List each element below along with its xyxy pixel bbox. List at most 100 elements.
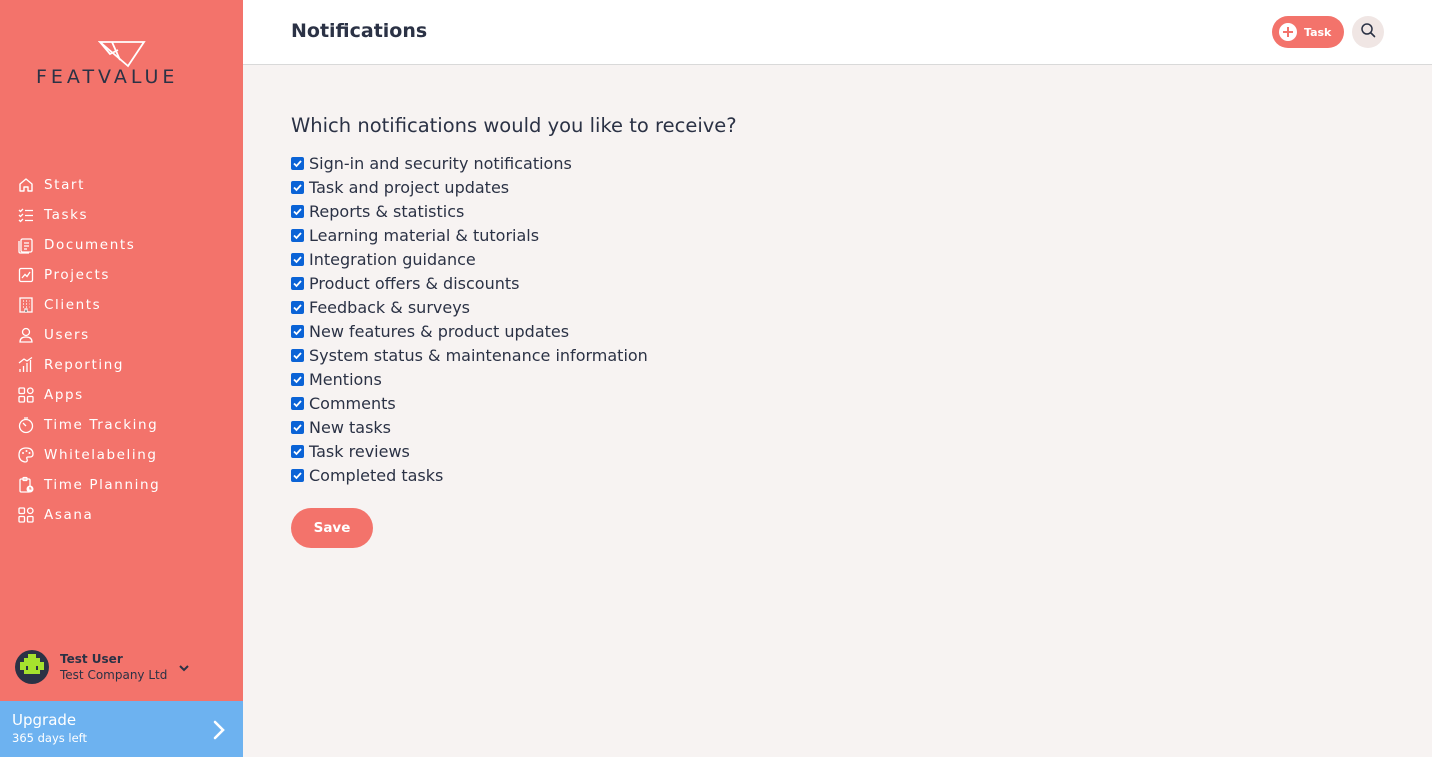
user-company: Test Company Ltd: [60, 668, 168, 682]
notification-option-label[interactable]: System status & maintenance information: [309, 346, 648, 365]
chevron-down-icon[interactable]: [177, 660, 191, 679]
sidebar-item-label: Whitelabeling: [44, 447, 158, 463]
notification-option[interactable]: Sign-in and security notifications: [291, 151, 1191, 175]
sidebar-item-apps[interactable]: Apps: [0, 380, 243, 410]
sidebar-item-start[interactable]: Start: [0, 170, 243, 200]
notification-option-label[interactable]: Reports & statistics: [309, 202, 464, 221]
checkbox[interactable]: [291, 228, 304, 242]
projects-chart-icon: [17, 266, 35, 284]
checkbox[interactable]: [291, 204, 304, 218]
checkbox[interactable]: [291, 252, 304, 266]
timer-icon: [17, 416, 35, 434]
notification-option-label[interactable]: Task reviews: [309, 442, 410, 461]
sidebar-item-whitelabeling[interactable]: Whitelabeling: [0, 440, 243, 470]
notification-option-label[interactable]: Learning material & tutorials: [309, 226, 539, 245]
sidebar-item-label: Apps: [44, 387, 84, 403]
checkbox[interactable]: [291, 180, 304, 194]
notification-options-list: Sign-in and security notifications Task a…: [291, 151, 1191, 487]
avatar: [15, 650, 49, 684]
notification-option[interactable]: Comments: [291, 391, 1191, 415]
apps-grid-icon: [17, 506, 35, 524]
home-icon: [17, 176, 35, 194]
notification-option[interactable]: Completed tasks: [291, 463, 1191, 487]
checkbox[interactable]: [291, 324, 304, 338]
sidebar-item-documents[interactable]: Documents: [0, 230, 243, 260]
sidebar-item-label: Clients: [44, 297, 102, 313]
checkbox[interactable]: [291, 444, 304, 458]
notification-option-label[interactable]: Feedback & surveys: [309, 298, 470, 317]
notification-option[interactable]: Reports & statistics: [291, 199, 1191, 223]
notification-option[interactable]: New tasks: [291, 415, 1191, 439]
notification-option-label[interactable]: Sign-in and security notifications: [309, 154, 572, 173]
notification-option-label[interactable]: Product offers & discounts: [309, 274, 519, 293]
plus-icon: [1279, 23, 1297, 41]
reporting-bars-icon: [17, 356, 35, 374]
upgrade-days-left: 365 days left: [12, 731, 88, 745]
sidebar-item-clients[interactable]: Clients: [0, 290, 243, 320]
notification-option[interactable]: Integration guidance: [291, 247, 1191, 271]
checkbox[interactable]: [291, 468, 304, 482]
search-icon: [1360, 22, 1376, 42]
checkbox[interactable]: [291, 396, 304, 410]
checkbox[interactable]: [291, 300, 304, 314]
search-button[interactable]: [1352, 16, 1384, 48]
sidebar-item-label: Projects: [44, 267, 111, 283]
sidebar-item-asana[interactable]: Asana: [0, 500, 243, 530]
notification-option-label[interactable]: Comments: [309, 394, 396, 413]
checkbox[interactable]: [291, 420, 304, 434]
add-task-button[interactable]: Task: [1272, 16, 1344, 48]
notification-option[interactable]: Learning material & tutorials: [291, 223, 1191, 247]
save-button[interactable]: Save: [291, 508, 373, 548]
upgrade-title: Upgrade: [12, 711, 77, 729]
sidebar-item-reporting[interactable]: Reporting: [0, 350, 243, 380]
sidebar-item-label: Documents: [44, 237, 136, 253]
sidebar-item-time-planning[interactable]: Time Planning: [0, 470, 243, 500]
notification-option[interactable]: Task and project updates: [291, 175, 1191, 199]
notification-option-label[interactable]: Completed tasks: [309, 466, 443, 485]
notification-option[interactable]: New features & product updates: [291, 319, 1191, 343]
chevron-right-icon: [211, 719, 227, 745]
notification-option-label[interactable]: Mentions: [309, 370, 382, 389]
user-icon: [17, 326, 35, 344]
notification-option[interactable]: Mentions: [291, 367, 1191, 391]
notifications-settings: Which notifications would you like to re…: [291, 114, 1191, 548]
checkbox[interactable]: [291, 348, 304, 362]
notifications-question: Which notifications would you like to re…: [291, 114, 737, 137]
sidebar-item-projects[interactable]: Projects: [0, 260, 243, 290]
notification-option-label[interactable]: Integration guidance: [309, 250, 476, 269]
clipboard-clock-icon: [17, 476, 35, 494]
upgrade-banner[interactable]: Upgrade 365 days left: [0, 701, 243, 757]
sidebar-item-label: Reporting: [44, 357, 125, 373]
tasks-list-icon: [17, 206, 35, 224]
notification-option-label[interactable]: Task and project updates: [309, 178, 509, 197]
notification-option[interactable]: Task reviews: [291, 439, 1191, 463]
sidebar-item-users[interactable]: Users: [0, 320, 243, 350]
documents-icon: [17, 236, 35, 254]
checkbox[interactable]: [291, 156, 304, 170]
sidebar-item-label: Users: [44, 327, 90, 343]
notification-option[interactable]: Feedback & surveys: [291, 295, 1191, 319]
sidebar-item-label: Tasks: [44, 207, 89, 223]
sidebar-item-tasks[interactable]: Tasks: [0, 200, 243, 230]
checkbox[interactable]: [291, 372, 304, 386]
notification-option[interactable]: System status & maintenance information: [291, 343, 1191, 367]
apps-grid-icon: [17, 386, 35, 404]
sidebar: FEATVALUE Start Tasks Documents Projects: [0, 0, 243, 757]
checkbox[interactable]: [291, 276, 304, 290]
sidebar-item-label: Time Planning: [44, 477, 161, 493]
logo[interactable]: FEATVALUE: [36, 40, 211, 92]
sidebar-item-label: Time Tracking: [44, 417, 159, 433]
notification-option[interactable]: Product offers & discounts: [291, 271, 1191, 295]
notification-option-label[interactable]: New features & product updates: [309, 322, 569, 341]
add-task-label: Task: [1304, 25, 1332, 39]
logo-text: FEATVALUE: [36, 66, 179, 88]
building-icon: [17, 296, 35, 314]
sidebar-item-label: Asana: [44, 507, 94, 523]
user-menu[interactable]: Test User Test Company Ltd: [15, 650, 225, 684]
page-title: Notifications: [291, 20, 428, 42]
palette-icon: [17, 446, 35, 464]
sidebar-nav: Start Tasks Documents Projects Clients U…: [0, 170, 243, 530]
sidebar-item-time-tracking[interactable]: Time Tracking: [0, 410, 243, 440]
notification-option-label[interactable]: New tasks: [309, 418, 391, 437]
logo-mark-icon: [98, 41, 146, 68]
